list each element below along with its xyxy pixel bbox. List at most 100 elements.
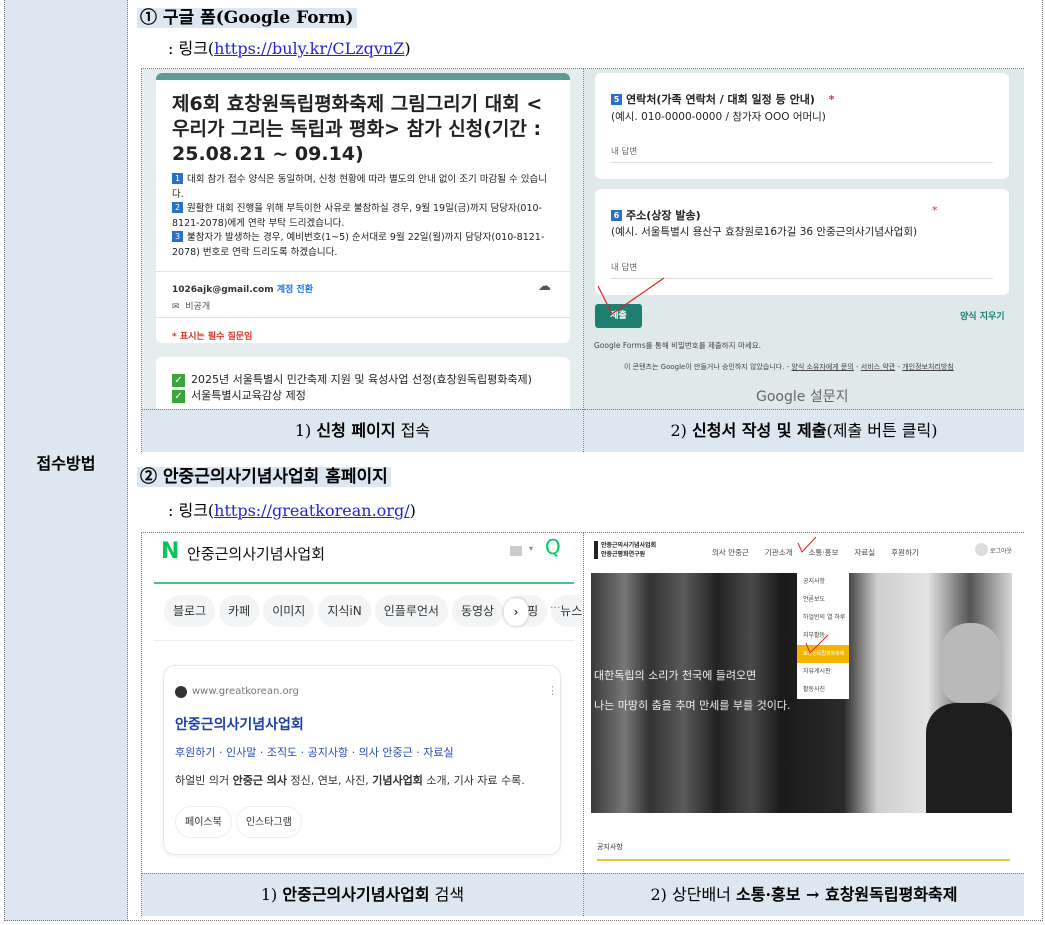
- number-badge: 1: [172, 173, 183, 184]
- google-form-link[interactable]: https://buly.kr/CLzqvnZ: [214, 39, 404, 58]
- link-suffix: ): [404, 39, 411, 58]
- user-avatar-icon[interactable]: [975, 543, 988, 556]
- chevron-right-icon[interactable]: ›: [504, 598, 528, 626]
- check-item: ✓ 2025년 서울특별시 민간축제 지원 및 육성사업 선정(효창원독립평화축제…: [172, 372, 532, 388]
- tab-image[interactable]: 이미지: [263, 595, 315, 627]
- question-title-text: 주소(상장 발송): [626, 209, 701, 222]
- keyboard-icon[interactable]: [510, 546, 522, 556]
- note-item: 1 대회 참가 접수 양식은 동일하며, 신청 현황에 따라 별도의 안내 없이 …: [172, 173, 557, 202]
- greatkorean-link[interactable]: https://greatkorean.org/: [214, 501, 409, 520]
- tab-kin[interactable]: 지식iN: [318, 595, 371, 627]
- menu-item[interactable]: 활동사진: [797, 681, 849, 699]
- terms-link[interactable]: 서비스 약관: [861, 363, 895, 371]
- tab-cafe[interactable]: 카페: [219, 595, 260, 627]
- nav-item[interactable]: 기관소개: [765, 548, 793, 557]
- desc-text: 하얼빈 의거: [175, 774, 233, 787]
- tab-influencer[interactable]: 인플루언서: [374, 595, 448, 627]
- account-email: 1026ajk@gmail.com: [172, 285, 274, 295]
- question-title: 6 주소(상장 발송): [611, 207, 701, 223]
- desc-bold: 안중근 의사: [232, 774, 288, 787]
- tab-blog[interactable]: 블로그: [164, 595, 216, 627]
- desc-bold: 기념사업회: [372, 774, 423, 787]
- caption-text: 상단배너: [672, 885, 731, 904]
- logo-text: 안중근의사기념사업회: [601, 542, 657, 549]
- menu-item[interactable]: 공지사항: [797, 573, 849, 591]
- separator: -: [853, 363, 861, 371]
- divider: [156, 317, 570, 318]
- checkbox-icon: ✓: [172, 374, 185, 387]
- divider: [597, 859, 1010, 861]
- heading-text: ① 구글 폼(Google Form): [137, 8, 357, 28]
- google-forms-logo: Google 설문지: [756, 389, 849, 405]
- number-badge: 5: [611, 94, 622, 105]
- checkbox-icon: ✓: [172, 390, 185, 403]
- instagram-chip[interactable]: 인스타그램: [235, 806, 302, 838]
- logout-link[interactable]: 로그아웃: [990, 546, 1012, 555]
- nav-item[interactable]: 후원하기: [891, 548, 919, 557]
- required-star: *: [932, 204, 938, 217]
- section2-heading: ② 안중근의사기념사업회 홈페이지: [137, 462, 391, 487]
- question-title-text: 연락처(가족 연락처 / 대회 일정 등 안내): [626, 93, 815, 106]
- heading-text: ② 안중근의사기념사업회 홈페이지: [137, 467, 391, 487]
- form-info-card: ✓ 2025년 서울특별시 민간축제 지원 및 육성사업 선정(효창원독립평화축제…: [156, 357, 570, 409]
- private-line: ✉ 비공개: [172, 299, 210, 312]
- result-title-link[interactable]: 안중근의사기념사업회: [175, 714, 304, 734]
- link-suffix: ): [409, 501, 416, 520]
- note-item: 3 불참자가 발생하는 경우, 예비번호(1~5) 순서대로 9월 22일(월)까…: [172, 231, 557, 260]
- banner-quote-1: 대한독립의 소리가 천국에 들려오면: [594, 669, 757, 682]
- more-tabs-button[interactable]: ···: [550, 601, 561, 614]
- caption-number: 2): [650, 885, 667, 904]
- naver-search-screenshot: N 안중근의사기념사업회 ▾ Q 블로그카페이미지지식iN인플루언서동영상쇼핑뉴…: [142, 533, 583, 873]
- contact-owner-link[interactable]: 양식 소유자에게 문의: [791, 363, 853, 371]
- answer-input-5[interactable]: 내 답변: [611, 145, 993, 163]
- link-prefix: : 링크(: [168, 39, 215, 58]
- more-options-icon[interactable]: ⋮: [547, 684, 558, 697]
- caption-bold: 소통·홍보 → 효창원독립평화축제: [736, 885, 958, 904]
- menu-item[interactable]: 언론보도: [797, 591, 849, 609]
- tab-video[interactable]: 동영상: [451, 595, 504, 627]
- red-check-annotation-icon: [797, 536, 817, 553]
- note-text: 대회 참가 접수 양식은 동일하며, 신청 현황에 따라 별도의 안내 없이 조…: [172, 174, 547, 200]
- switch-account-link[interactable]: 계정 전환: [277, 285, 313, 295]
- divider: [128, 920, 1043, 921]
- sitelinks[interactable]: 후원하기 · 인사말 · 조직도 · 공지사항 · 의사 안중근 · 자료실: [175, 744, 454, 760]
- number-badge: 2: [172, 202, 183, 213]
- menu-item[interactable]: 자유게시판: [797, 663, 849, 681]
- caption-text: (제출 버튼 클릭): [826, 421, 938, 440]
- site-logo[interactable]: 안중근의사기념사업회 안중근평화연구원: [594, 541, 656, 559]
- caption-bold: 안중근의사기념사업회: [282, 885, 430, 904]
- chevron-down-icon[interactable]: ▾: [529, 544, 533, 553]
- caption-bold: 신청서 작성 및 제출: [692, 421, 827, 440]
- form-submit-screenshot: 5 연락처(가족 연락처 / 대회 일정 등 안내) * (예시. 010-000…: [584, 69, 1024, 409]
- clear-form-button[interactable]: 양식 지우기: [960, 309, 1005, 322]
- account-line: 1026ajk@gmail.com 계정 전환: [172, 282, 313, 295]
- privacy-link[interactable]: 개인정보처리방침: [902, 363, 954, 371]
- search-input[interactable]: 안중근의사기념사업회: [187, 543, 325, 564]
- caption-text: 검색: [434, 885, 465, 904]
- disclaimer-text: 이 콘텐츠는 Google이 만들거나 승인하지 않았습니다. -: [624, 363, 790, 371]
- caption-number: 2): [670, 421, 687, 440]
- check-text: 2025년 서울특별시 민간축제 지원 및 육성사업 선정(효창원독립평화축제): [191, 373, 532, 386]
- caption-2: 2) 상단배너 소통·홍보 → 효창원독립평화축제: [584, 873, 1024, 916]
- caption-number: 1): [260, 885, 278, 904]
- naver-logo: N: [161, 539, 180, 564]
- link-prefix: : 링크(: [168, 501, 215, 520]
- red-check-annotation-icon: [805, 634, 829, 654]
- nav-item[interactable]: 의사 안중근: [712, 548, 749, 557]
- social-chips: 페이스북 인스타그램: [175, 806, 306, 838]
- nav-item[interactable]: 자료실: [854, 548, 875, 557]
- check-item: ✓ 서울특별시교육감상 제정: [172, 388, 532, 404]
- menu-item[interactable]: 하얼빈의 열 하루: [797, 609, 849, 627]
- site-url[interactable]: www.greatkorean.org: [192, 686, 299, 697]
- form-header-card: 제6회 효창원독립평화축제 그림그리기 대회 < 우리가 그리는 독립과 평화>…: [156, 73, 570, 343]
- cloud-saved-icon: ☁: [538, 279, 551, 294]
- search-icon[interactable]: Q: [545, 535, 561, 559]
- facebook-chip[interactable]: 페이스북: [175, 806, 232, 838]
- disclaimer-line: 이 콘텐츠는 Google이 만들거나 승인하지 않았습니다. - 양식 소유자…: [624, 362, 954, 372]
- portrait-image: [926, 703, 1012, 813]
- desc-text: 정신, 연보, 사진,: [287, 774, 373, 787]
- caption-2: 2) 신청서 작성 및 제출(제출 버튼 클릭): [584, 409, 1024, 452]
- note-text: 원활한 대회 진행을 위해 부득이한 사유로 불참하실 경우, 9월 19일(금…: [172, 203, 542, 229]
- form-title: 제6회 효창원독립평화축제 그림그리기 대회 < 우리가 그리는 독립과 평화>…: [172, 93, 543, 165]
- result-description: 하얼빈 의거 안중근 의사 정신, 연보, 사진, 기념사업회 소개, 기사 자…: [175, 772, 525, 788]
